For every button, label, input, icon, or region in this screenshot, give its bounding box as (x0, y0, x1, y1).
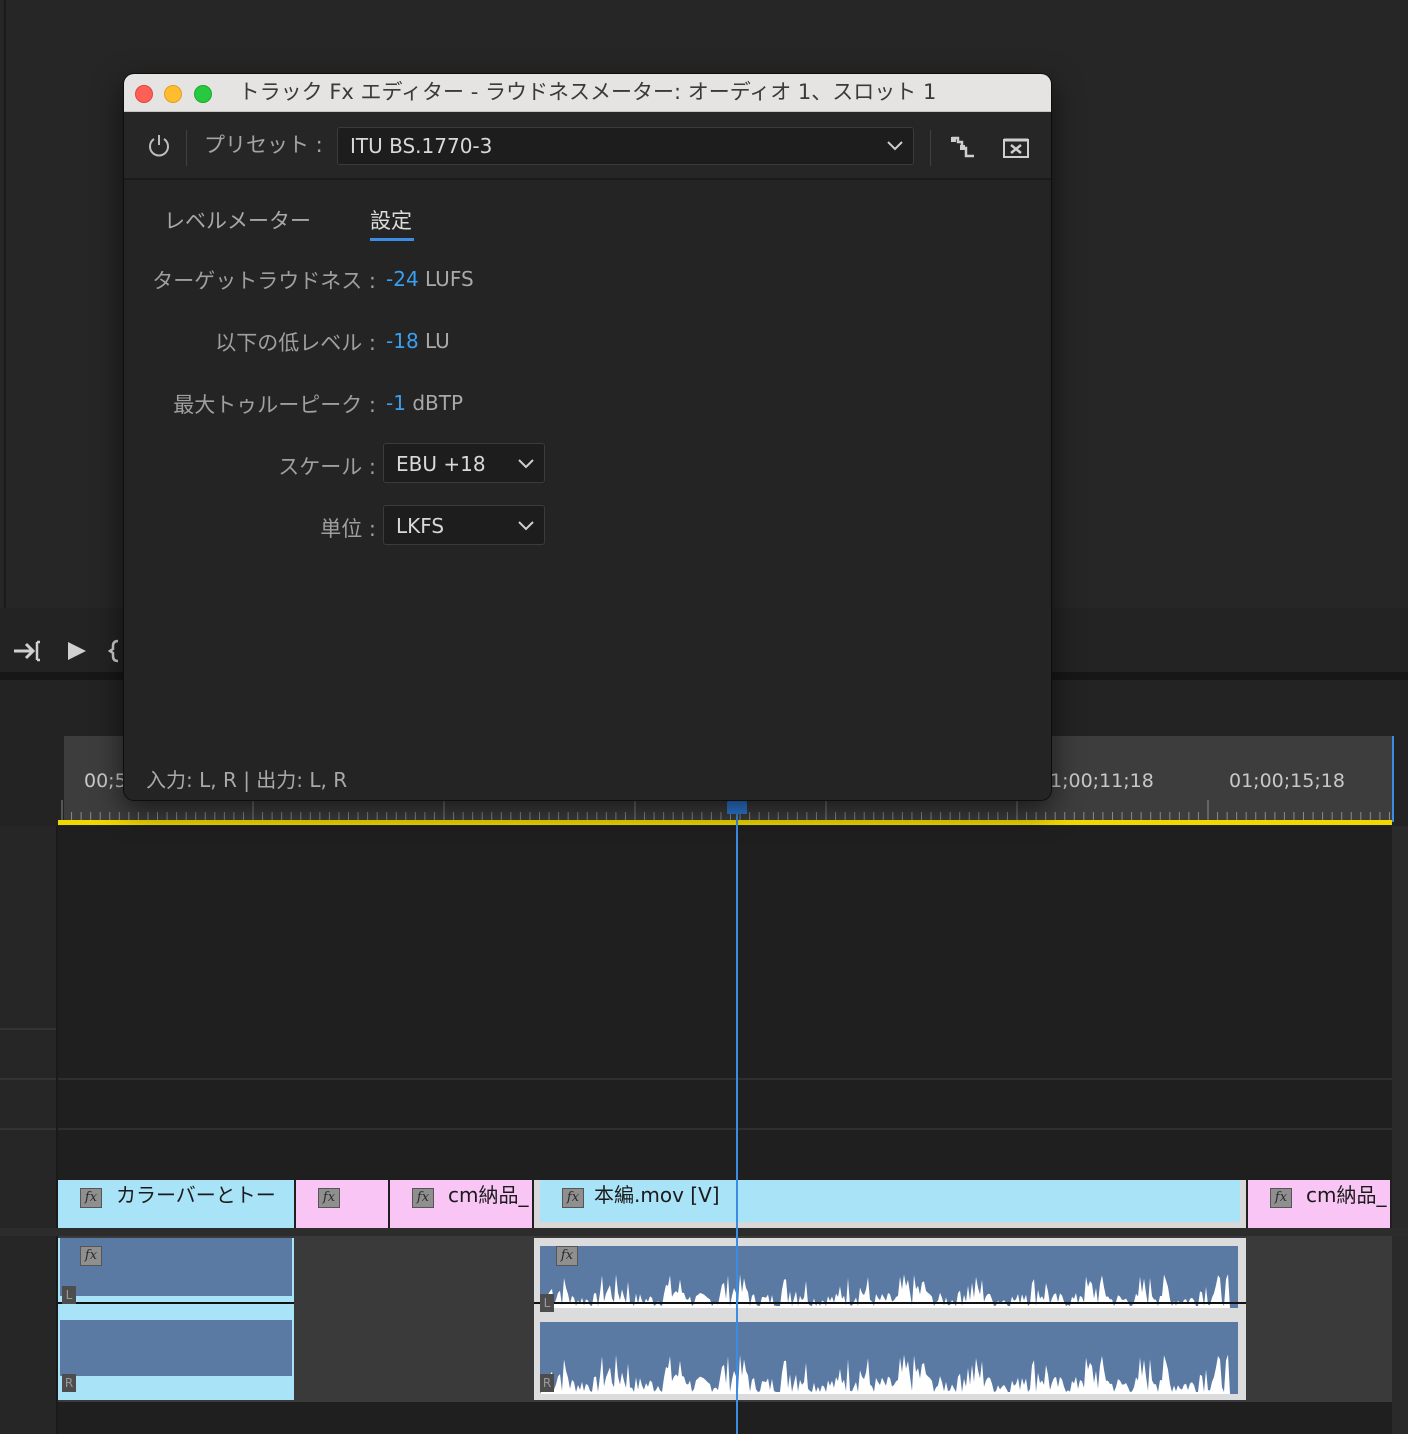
waveform-left (540, 1274, 1230, 1308)
panel-divider (4, 0, 6, 608)
clip-label: カラーバーとトー (116, 1183, 276, 1207)
video-clip[interactable]: fx (296, 1180, 388, 1228)
toolbar-divider (930, 130, 931, 166)
fx-badge-icon[interactable]: fx (556, 1246, 578, 1266)
track-fx-editor-window: トラック Fx エディター - ラウドネスメーター: オーディオ 1、スロット … (124, 74, 1051, 800)
active-tab-indicator (370, 238, 414, 241)
scale-label: スケール : (278, 455, 376, 479)
io-routing-text: 入力: L, R | 出力: L, R (146, 768, 348, 792)
track-divider (58, 1128, 1392, 1130)
chevron-down-icon (518, 521, 534, 531)
preset-dropdown[interactable]: ITU BS.1770-3 (337, 127, 914, 165)
timecode-label: 01;00;15;18 (1229, 770, 1345, 792)
video-clip[interactable]: fx cm納品_ (390, 1180, 532, 1228)
chevron-down-icon (887, 141, 903, 151)
volume-line[interactable] (58, 1302, 294, 1304)
fx-badge-icon[interactable]: fx (562, 1188, 584, 1208)
low-level-value[interactable]: -18 LU (386, 329, 450, 353)
track-divider (58, 1078, 1392, 1080)
units-dropdown[interactable]: LKFS (383, 505, 545, 545)
channel-l-tag: L (540, 1294, 554, 1312)
units-label: 単位 : (320, 517, 376, 541)
power-icon[interactable] (146, 133, 172, 159)
clip-label: cm納品_ (448, 1183, 529, 1207)
timecode-label: 00;5 (84, 770, 127, 792)
clip-label: cm納品_ (1306, 1183, 1387, 1207)
video-clip[interactable]: fx cm納品_ (1248, 1180, 1390, 1228)
fx-badge-icon[interactable]: fx (80, 1246, 102, 1266)
channel-l-tag: L (62, 1286, 76, 1304)
routing-tree-icon[interactable] (950, 136, 978, 160)
max-true-peak-number[interactable]: -1 (386, 391, 406, 415)
scale-dropdown[interactable]: EBU +18 (383, 443, 545, 483)
track-headers (0, 826, 58, 1434)
units-value: LKFS (396, 514, 445, 538)
track-divider (0, 1078, 56, 1080)
tab-settings[interactable]: 設定 (370, 205, 412, 235)
audio-clip-selected[interactable]: fx L R (534, 1238, 1246, 1400)
target-loudness-value[interactable]: -24 LUFS (386, 267, 474, 291)
preset-value: ITU BS.1770-3 (350, 134, 493, 158)
track-divider (0, 1028, 56, 1030)
track-gap (0, 1228, 1408, 1236)
audio-channel-right (60, 1320, 292, 1376)
preset-label: プリセット : (204, 133, 323, 157)
effect-toolbar: プリセット : ITU BS.1770-3 (124, 112, 1051, 180)
fx-badge-icon[interactable]: fx (318, 1188, 340, 1208)
fx-badge-icon[interactable]: fx (80, 1188, 102, 1208)
timeline-scroll-edge (1392, 826, 1408, 1434)
timeline-end-marker (1392, 736, 1394, 822)
max-true-peak-value[interactable]: -1 dBTP (386, 391, 463, 415)
work-area-bar[interactable] (58, 820, 1392, 825)
play-icon[interactable] (66, 640, 88, 662)
volume-line[interactable] (534, 1302, 1246, 1304)
video-clip-selected[interactable]: fx 本編.mov [V] (534, 1180, 1246, 1228)
low-level-unit: LU (425, 329, 450, 353)
target-loudness-unit: LUFS (425, 267, 474, 291)
max-true-peak-unit: dBTP (412, 391, 464, 415)
channel-r-tag: R (62, 1374, 76, 1392)
video-clip[interactable]: fx カラーバーとトー (58, 1180, 294, 1228)
playhead-handle[interactable] (727, 800, 747, 814)
waveform-right (540, 1354, 1230, 1394)
chevron-down-icon (518, 459, 534, 469)
clip-label: 本編.mov [V] (594, 1183, 720, 1207)
fx-badge-icon[interactable]: fx (1270, 1188, 1292, 1208)
target-loudness-number[interactable]: -24 (386, 267, 419, 291)
waveform-shape (540, 1354, 1230, 1394)
title-bar[interactable]: トラック Fx エディター - ラウドネスメーター: オーディオ 1、スロット … (124, 74, 1051, 112)
low-level-number[interactable]: -18 (386, 329, 419, 353)
timecode-label: 1;00;11;18 (1050, 770, 1154, 792)
mark-in-icon[interactable] (108, 638, 124, 664)
toolbar-divider (186, 130, 187, 166)
fx-badge-icon[interactable]: fx (412, 1188, 434, 1208)
track-divider (0, 1128, 56, 1130)
max-true-peak-label: 最大トゥルーピーク : (173, 393, 376, 417)
target-loudness-label: ターゲットラウドネス : (152, 269, 376, 293)
playhead-line[interactable] (736, 812, 738, 1434)
audio-clip[interactable]: fx L R (58, 1238, 294, 1400)
scale-value: EBU +18 (396, 452, 486, 476)
channel-r-tag: R (540, 1374, 554, 1392)
remove-effect-icon[interactable] (1003, 137, 1029, 159)
tab-level-meter[interactable]: レベルメーター (164, 205, 311, 235)
low-level-label: 以下の低レベル : (215, 331, 376, 355)
step-forward-icon[interactable] (12, 638, 44, 664)
window-title: トラック Fx エディター - ラウドネスメーター: オーディオ 1、スロット … (238, 80, 937, 104)
